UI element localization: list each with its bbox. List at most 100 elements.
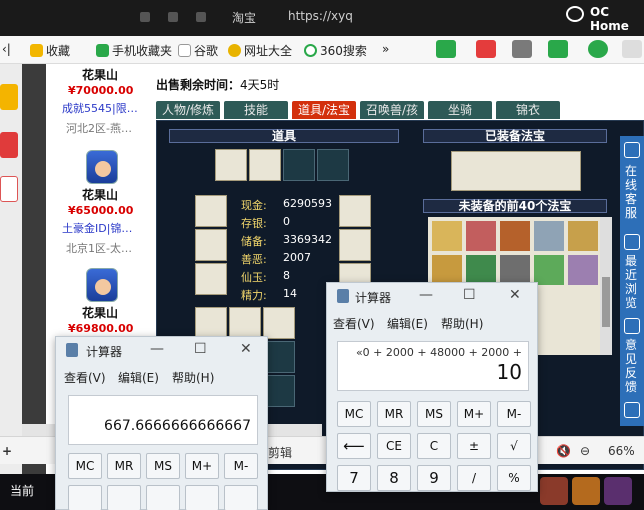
key-ms[interactable]: MS [146, 453, 180, 479]
extension-grid-icon[interactable] [436, 40, 456, 58]
fabao-slot[interactable] [568, 221, 598, 251]
key-mplus[interactable]: M+ [457, 401, 491, 427]
key-9[interactable]: 9 [417, 465, 451, 491]
item-slot[interactable] [195, 195, 227, 227]
item-slot[interactable] [249, 149, 281, 181]
maximize-button[interactable]: ☐ [463, 287, 476, 303]
tab-costumes[interactable]: 锦衣 [496, 101, 560, 119]
key-blank[interactable] [107, 485, 141, 510]
tab-items[interactable]: 道具/法宝 [292, 101, 356, 119]
mute-icon[interactable]: 🔇 [556, 444, 571, 458]
weibo-icon[interactable] [0, 132, 18, 158]
tab-title[interactable]: 淘宝 [232, 9, 256, 26]
favorite-star-icon[interactable] [0, 84, 18, 110]
key-sqrt[interactable]: √ [497, 433, 531, 459]
bookmark-mobile[interactable]: 手机收藏夹 [96, 42, 172, 59]
item-slot[interactable] [283, 149, 315, 181]
menu-view[interactable]: 查看(V) [333, 315, 375, 332]
fabao-slot[interactable] [466, 255, 496, 285]
item-slot[interactable] [317, 149, 349, 181]
fabao-slot[interactable] [500, 255, 530, 285]
chat-icon[interactable] [624, 142, 640, 158]
add-icon[interactable]: + [2, 444, 12, 458]
seller-id[interactable]: 土豪金ID|锦… [62, 220, 132, 236]
menu-help[interactable]: 帮助(H) [441, 315, 483, 332]
fabao-slot[interactable] [568, 255, 598, 285]
bookmark-favorites[interactable]: 收藏 [30, 42, 70, 59]
maximize-button[interactable]: ☐ [194, 341, 207, 357]
key-c[interactable]: C [417, 433, 451, 459]
menu-edit[interactable]: 编辑(E) [118, 369, 159, 386]
key-ms[interactable]: MS [417, 401, 451, 427]
tab-summons[interactable]: 召唤兽/孩 [360, 101, 424, 119]
sidebar-feedback[interactable]: 意见反馈 [625, 338, 639, 394]
wallet-icon[interactable] [588, 40, 608, 58]
clip-button[interactable]: 剪辑 [268, 444, 292, 461]
key-percent[interactable]: % [497, 465, 531, 491]
edit-icon[interactable] [624, 318, 640, 334]
tab-skills[interactable]: 技能 [224, 101, 288, 119]
bookmark-google[interactable]: 谷歌 [178, 42, 218, 59]
address-bar[interactable]: https://xyq [288, 9, 353, 23]
minimize-button[interactable]: — [150, 341, 164, 357]
key-blank[interactable] [224, 485, 258, 510]
sidebar-online-service[interactable]: 在线客服 [625, 164, 639, 220]
scroll-thumb[interactable] [602, 277, 610, 327]
game-icon[interactable] [548, 40, 568, 58]
taskbar-current[interactable]: 当前 [10, 482, 34, 499]
key-negate[interactable]: ± [457, 433, 491, 459]
fabao-slot[interactable] [534, 221, 564, 251]
fabao-slot[interactable] [534, 255, 564, 285]
fabao-slot[interactable] [466, 221, 496, 251]
game-taskbar-icon[interactable] [572, 477, 600, 505]
more-bookmarks[interactable]: » [382, 42, 389, 56]
key-mminus[interactable]: M- [224, 453, 258, 479]
item-slot[interactable] [339, 229, 371, 261]
key-blank[interactable] [146, 485, 180, 510]
close-button[interactable]: ✕ [240, 341, 252, 357]
menu-view[interactable]: 查看(V) [64, 369, 106, 386]
key-mr[interactable]: MR [107, 453, 141, 479]
close-button[interactable]: ✕ [509, 287, 521, 303]
fabao-slot[interactable] [432, 255, 462, 285]
key-mplus[interactable]: M+ [185, 453, 219, 479]
game-taskbar-icon[interactable] [604, 477, 632, 505]
fabao-scrollbar[interactable] [600, 217, 612, 355]
dropdown-icon[interactable] [512, 40, 532, 58]
key-blank[interactable] [185, 485, 219, 510]
key-mc[interactable]: MC [68, 453, 102, 479]
key-8[interactable]: 8 [377, 465, 411, 491]
bookmark-360[interactable]: 360搜索 [304, 42, 367, 59]
avatar[interactable] [86, 268, 118, 302]
key-mr[interactable]: MR [377, 401, 411, 427]
fabao-slot[interactable] [432, 221, 462, 251]
menu-edit[interactable]: 编辑(E) [387, 315, 428, 332]
game-taskbar-icon[interactable] [540, 477, 568, 505]
item-slot[interactable] [339, 195, 371, 227]
sidebar-recent[interactable]: 最近浏览 [625, 254, 639, 310]
scissors-icon[interactable] [476, 40, 496, 58]
scroll-top-icon[interactable] [624, 402, 640, 418]
key-mc[interactable]: MC [337, 401, 371, 427]
bookmark-hao[interactable]: 网址大全 [228, 42, 292, 59]
item-slot[interactable] [195, 229, 227, 261]
mail-icon[interactable] [0, 176, 18, 202]
equipped-fabao-slot[interactable] [451, 151, 581, 191]
tab-mounts[interactable]: 坐骑 [428, 101, 492, 119]
fabao-slot[interactable] [500, 221, 530, 251]
key-ce[interactable]: CE [377, 433, 411, 459]
key-backspace[interactable]: ⟵ [337, 433, 371, 459]
key-7[interactable]: 7 [337, 465, 371, 491]
item-slot[interactable] [229, 307, 261, 339]
key-divide[interactable]: / [457, 465, 491, 491]
item-slot[interactable] [215, 149, 247, 181]
zoom-level[interactable]: 66% [608, 444, 635, 458]
menu-icon[interactable] [622, 40, 642, 58]
minimize-button[interactable]: — [419, 287, 433, 303]
back-chevron-icon[interactable]: ‹| [2, 42, 11, 56]
avatar[interactable] [86, 150, 118, 184]
item-slot[interactable] [263, 307, 295, 339]
zoom-out-icon[interactable]: ⊖ [580, 444, 590, 458]
menu-help[interactable]: 帮助(H) [172, 369, 214, 386]
item-slot[interactable] [195, 263, 227, 295]
